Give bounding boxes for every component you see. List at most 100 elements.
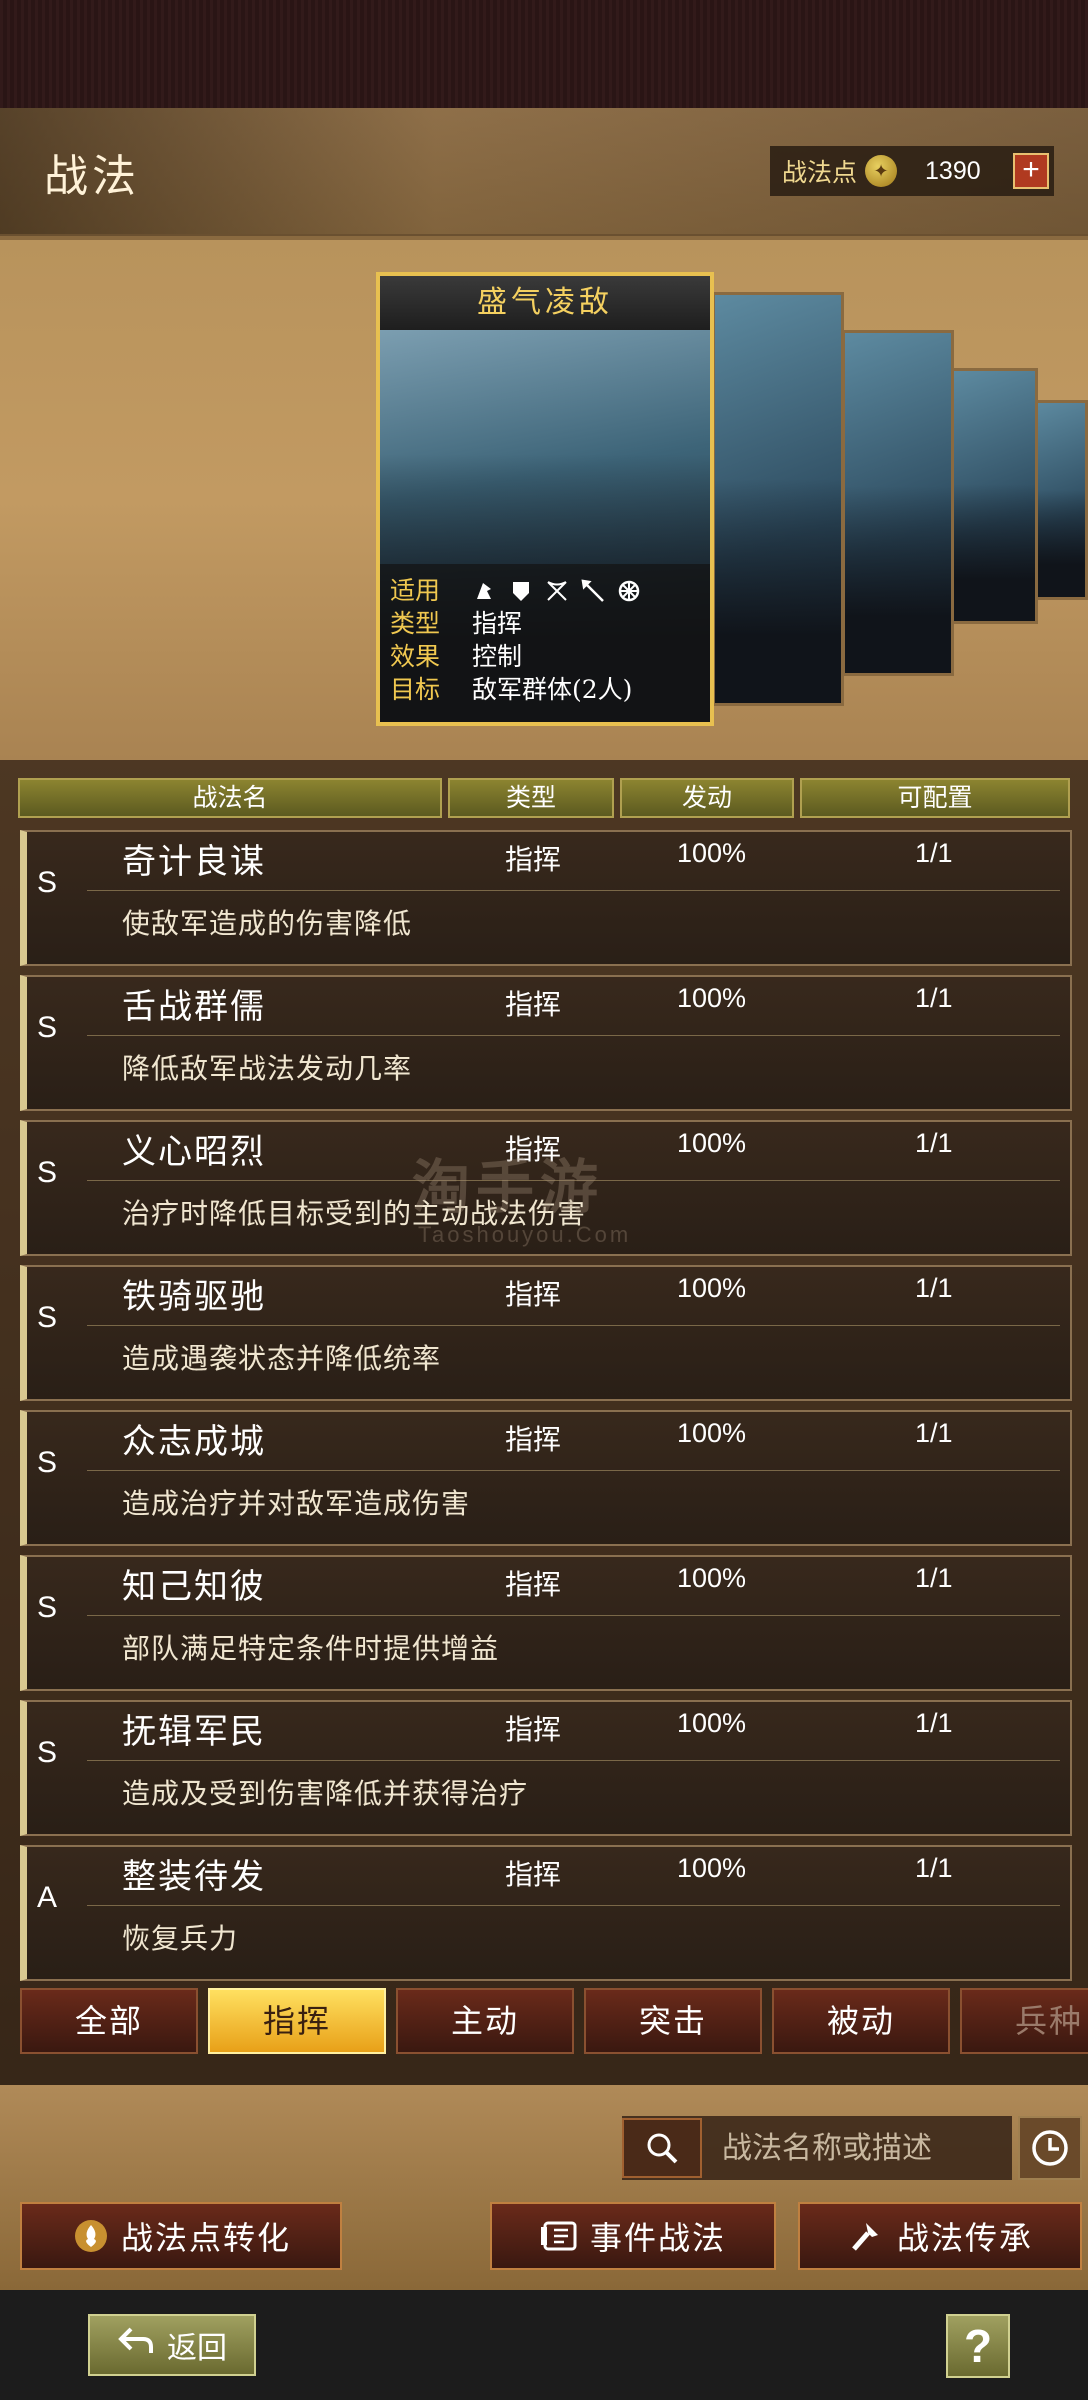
tactic-list-panel: 战法名 类型 发动 可配置 S 奇计良谋 指挥 100% 1/1 使敌军造成的伤… [0,760,1088,2085]
field-value-effect: 控制 [472,642,523,671]
tactic-type: 指挥 [505,988,562,1021]
col-header-type[interactable]: 类型 [448,778,614,818]
tactic-row[interactable]: S 众志成城 指挥 100% 1/1 造成治疗并对敌军造成伤害 [20,1410,1072,1546]
tactic-name: 舌战群儒 [122,987,266,1027]
unit-type-icons [472,574,642,607]
carousel-card[interactable] [1030,400,1088,600]
row-divider [87,1035,1060,1036]
tab-assault[interactable]: 突击 [584,1988,762,2054]
tactic-description: 造成治疗并对敌军造成伤害 [122,1487,471,1520]
tab-all[interactable]: 全部 [20,1988,198,2054]
tab-active[interactable]: 主动 [396,1988,574,2054]
grade-badge: S [37,1446,58,1479]
scroll-icon [540,2216,580,2256]
tactic-row[interactable]: S 奇计良谋 指挥 100% 1/1 使敌军造成的伤害降低 [20,830,1072,966]
tactic-rate: 100% [677,1273,747,1303]
tactic-row[interactable]: S 抚辑军民 指挥 100% 1/1 造成及受到伤害降低并获得治疗 [20,1700,1072,1836]
tactic-rate: 100% [677,1853,747,1883]
row-divider [87,1470,1060,1471]
carousel-card[interactable] [842,330,954,676]
tab-passive[interactable]: 被动 [772,1988,950,2054]
tactic-name: 整装待发 [122,1857,266,1897]
tactic-row[interactable]: S 铁骑驱驰 指挥 100% 1/1 造成遇袭状态并降低统率 [20,1265,1072,1401]
convert-points-button[interactable]: 战法点转化 [20,2202,342,2270]
carousel-card[interactable] [712,292,844,706]
tactic-name: 奇计良谋 [122,842,266,882]
grade-badge: S [37,866,58,899]
inherit-tactics-button[interactable]: 战法传承 [798,2202,1082,2270]
filter-tabs: 全部 指挥 主动 突击 被动 兵种 [20,1988,1088,2054]
tactic-rate: 100% [677,1563,747,1593]
grade-badge: S [37,1011,58,1044]
grade-badge: S [37,1156,58,1189]
event-tactics-label: 事件战法 [589,2219,726,2257]
back-label: 返回 [167,2331,227,2366]
tactic-list: S 奇计良谋 指挥 100% 1/1 使敌军造成的伤害降低 S 舌战群儒 指挥 … [20,830,1072,1990]
chariot-icon [616,578,642,604]
tactic-config: 1/1 [915,1128,953,1158]
field-key: 类型 [390,609,441,638]
tactic-description: 使敌军造成的伤害降低 [122,907,413,940]
event-tactics-button[interactable]: 事件战法 [490,2202,776,2270]
tactic-name: 义心昭烈 [122,1132,266,1172]
tactic-description: 降低敌军战法发动几率 [122,1052,413,1085]
status-bar-area [0,0,1088,108]
grade-badge: A [37,1881,58,1914]
search-icon [647,2133,678,2164]
tactics-screen: 战法 战法点 ✦ 1390 + 盛气凌敌 适用 类型 指挥 效果 控制 目标 敌… [0,0,1088,2400]
inherit-tactics-label: 战法传承 [896,2219,1033,2257]
tactic-description: 恢复兵力 [122,1922,239,1955]
featured-tactic-info: 适用 类型 指挥 效果 控制 目标 敌军群体(2人) [380,564,710,722]
carousel-card[interactable] [950,368,1038,624]
tactic-config: 1/1 [915,1853,953,1883]
flame-coin-icon [71,2216,111,2256]
tactic-config: 1/1 [915,1418,953,1448]
field-key: 效果 [390,642,441,671]
field-value-type: 指挥 [472,609,523,638]
search-button[interactable] [622,2118,702,2178]
search-input[interactable] [722,2130,1012,2166]
col-header-rate[interactable]: 发动 [620,778,794,818]
featured-tactic-card[interactable]: 盛气凌敌 适用 类型 指挥 效果 控制 目标 敌军群体(2人) [376,272,714,726]
tactic-rate: 100% [677,1708,747,1738]
row-divider [87,1760,1060,1761]
tactic-rate: 100% [677,983,747,1013]
shield-icon [508,578,534,604]
watermark-subtext: Taoshouyou.Com [418,1222,632,1247]
search-bar [622,2116,1012,2180]
help-button[interactable]: ? [946,2314,1010,2378]
spear-icon [580,578,606,604]
tactic-type: 指挥 [505,843,562,876]
bow-icon [544,578,570,604]
row-divider [87,1905,1060,1906]
tactic-config: 1/1 [915,1273,953,1303]
add-points-button[interactable]: + [1013,153,1050,189]
back-button[interactable]: 返回 [88,2314,256,2376]
tactic-name: 知己知彼 [122,1567,266,1607]
tactic-config: 1/1 [915,983,953,1013]
tactic-type: 指挥 [505,1423,562,1456]
history-button[interactable] [1018,2116,1082,2180]
tactic-rate: 100% [677,1128,747,1158]
tactic-row[interactable]: S 舌战群儒 指挥 100% 1/1 降低敌军战法发动几率 [20,975,1072,1111]
tactic-config: 1/1 [915,838,953,868]
tactic-rate: 100% [677,1418,747,1448]
tactic-card-carousel[interactable]: 盛气凌敌 适用 类型 指挥 效果 控制 目标 敌军群体(2人) [0,240,1088,760]
hammer-icon [847,2216,887,2256]
row-divider [87,1325,1060,1326]
back-arrow-icon [117,2323,157,2367]
tactic-row[interactable]: S 知己知彼 指挥 100% 1/1 部队满足特定条件时提供增益 [20,1555,1072,1691]
tab-troop-type[interactable]: 兵种 [960,1988,1088,2054]
tactic-type: 指挥 [505,1858,562,1891]
col-header-name[interactable]: 战法名 [18,778,442,818]
tactic-config: 1/1 [915,1708,953,1738]
tactic-row[interactable]: A 整装待发 指挥 100% 1/1 恢复兵力 [20,1845,1072,1981]
tactic-description: 造成遇袭状态并降低统率 [122,1342,442,1375]
convert-points-label: 战法点转化 [120,2219,291,2257]
tab-command[interactable]: 指挥 [208,1988,386,2054]
tactic-type: 指挥 [505,1568,562,1601]
col-header-config[interactable]: 可配置 [800,778,1070,818]
tactic-name: 铁骑驱驰 [122,1277,266,1317]
clock-icon [1032,2130,1068,2166]
row-divider [87,1615,1060,1616]
